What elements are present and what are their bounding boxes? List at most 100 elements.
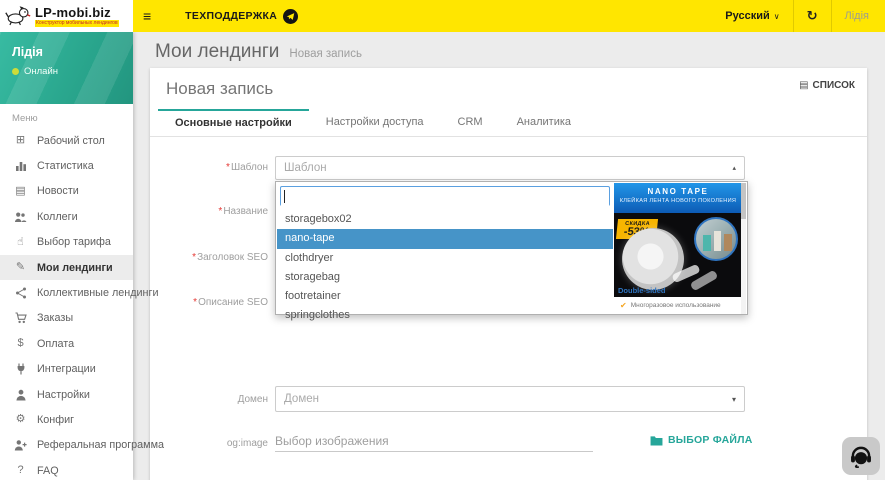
ogimage-field-wrap <box>275 430 593 452</box>
refresh-icon[interactable]: ↻ <box>807 8 818 24</box>
dropdown-option[interactable]: storagebox02 <box>277 210 613 229</box>
page-title: Мои лендинги <box>155 41 279 63</box>
sidebar-item-label: Рабочий стол <box>37 135 105 147</box>
header-bar: ≡ ТЕХПОДДЕРЖКА Русский ∨ ↻ Лідія <box>133 0 885 32</box>
template-preview-image[interactable]: NANO TAPE КЛЕЙКАЯ ЛЕНТА НОВОГО ПОКОЛЕНИЯ… <box>614 183 742 314</box>
required-mark: * <box>226 162 230 173</box>
field-label: *Заголовок SEO <box>150 252 268 263</box>
sidebar-item-tariff[interactable]: ☝ Выбор тарифа <box>0 230 133 255</box>
sidebar-user-panel: Лідія Онлайн <box>0 32 133 104</box>
chevron-down-icon: ▾ <box>732 395 736 404</box>
cart-icon <box>13 312 28 324</box>
sidebar-item-news[interactable]: ▤ Новости <box>0 179 133 204</box>
question-icon: ? <box>13 465 28 476</box>
sidebar-item-label: Настройки <box>37 389 90 401</box>
sidebar-item-landings[interactable]: ✎ Мои лендинги <box>0 255 133 280</box>
sidebar-item-label: Выбор тарифа <box>37 236 111 248</box>
choose-file-button[interactable]: ВЫБОР ФАЙЛА <box>650 434 752 446</box>
list-button[interactable]: ▤ СПИСОК <box>799 80 855 91</box>
person-plus-icon <box>13 439 28 451</box>
ogimage-input[interactable] <box>275 430 593 451</box>
preview-product-area: СКИДКА -53% Double-sided <box>614 213 742 297</box>
sidebar-item-person[interactable]: Настройки <box>0 382 133 407</box>
sidebar-item-dollar[interactable]: $Оплата <box>0 331 133 356</box>
sidebar-item-plug[interactable]: Интеграции <box>0 357 133 382</box>
support-button[interactable]: ТЕХПОДДЕРЖКА <box>185 9 298 24</box>
sidebar-item-label: Конфиг <box>37 414 74 426</box>
required-mark: * <box>193 297 197 308</box>
sidebar-item-gear[interactable]: ⚙ Конфиг <box>0 407 133 432</box>
template-select-placeholder: Шаблон <box>284 162 732 174</box>
dropdown-option[interactable]: storagebag <box>277 268 613 287</box>
sidebar-item-label: Оплата <box>37 338 74 350</box>
sidebar-item-label: Интеграции <box>37 363 96 375</box>
tabs-bar: Основные настройкиНастройки доступаCRMАн… <box>150 109 867 137</box>
folder-icon <box>650 435 663 446</box>
dropdown-scrollbar[interactable] <box>741 183 746 314</box>
field-label: *Шаблон <box>150 162 268 173</box>
hamburger-icon[interactable]: ≡ <box>143 8 151 24</box>
sidebar-item-person-plus[interactable]: Реферальная программа <box>0 433 133 458</box>
header-divider <box>793 0 794 32</box>
card-title: Новая запись <box>166 79 273 99</box>
breadcrumb-sub: Новая запись <box>289 48 362 60</box>
sidebar-item-label: Коллективные лендинги <box>37 287 158 299</box>
dropdown-option[interactable]: clothdryer <box>277 249 613 268</box>
sidebar-item-label: Мои лендинги <box>37 262 113 274</box>
landings-icon: ✎ <box>13 262 28 273</box>
menu-section-label: Меню <box>0 104 133 128</box>
dropdown-option[interactable]: nano-tape <box>277 229 613 248</box>
domain-select[interactable]: Домен ▾ <box>275 386 745 412</box>
breadcrumb: Мои лендинги Новая запись <box>133 32 885 63</box>
header-divider <box>831 0 832 32</box>
news-icon: ▤ <box>13 186 28 197</box>
share-icon <box>13 287 28 299</box>
sidebar-item-users[interactable]: Коллеги <box>0 204 133 229</box>
gear-icon: ⚙ <box>13 414 28 425</box>
tab[interactable]: Настройки доступа <box>309 109 441 136</box>
domain-select-placeholder: Домен <box>284 393 732 405</box>
preview-inset-photo <box>694 217 738 261</box>
preview-title: NANO TAPE <box>614 187 742 196</box>
sidebar-item-question[interactable]: ? FAQ <box>0 458 133 480</box>
field-label: Домен <box>150 394 268 405</box>
preview-subtitle: КЛЕЙКАЯ ЛЕНТА НОВОГО ПОКОЛЕНИЯ <box>614 198 742 204</box>
dropdown-option[interactable]: springclothes <box>277 306 613 325</box>
online-status-dot <box>12 68 19 75</box>
preview-feature-row: ✔ Многоразовое использование <box>614 297 742 314</box>
telegram-icon <box>283 9 298 24</box>
check-icon: ✔ <box>620 301 627 310</box>
sidebar-item-share[interactable]: Коллективные лендинги <box>0 280 133 305</box>
required-mark: * <box>192 252 196 263</box>
logo-subtitle: Конструктор мобильных лендингов <box>35 20 119 27</box>
logo[interactable]: LP-mobi.biz Конструктор мобильных лендин… <box>0 0 133 32</box>
support-chat-widget[interactable] <box>842 437 880 475</box>
tab[interactable]: CRM <box>441 109 500 136</box>
language-dropdown[interactable]: Русский ∨ <box>725 10 779 22</box>
tab[interactable]: Основные настройки <box>158 109 309 136</box>
dropdown-search-input[interactable] <box>281 188 609 206</box>
sidebar-item-label: FAQ <box>37 465 59 477</box>
preview-header: NANO TAPE КЛЕЙКАЯ ЛЕНТА НОВОГО ПОКОЛЕНИЯ <box>614 183 742 213</box>
tariff-icon: ☝ <box>13 237 28 248</box>
sidebar-menu: ⊞ Рабочий стол Статистика ▤ Новости Коллеги ☝ В… <box>0 128 133 480</box>
sidebar-item-label: Заказы <box>37 312 73 324</box>
preview-feature-label: Многоразовое использование <box>631 302 721 309</box>
sidebar-item-label: Новости <box>37 185 79 197</box>
tab[interactable]: Аналитика <box>500 109 588 136</box>
support-label: ТЕХПОДДЕРЖКА <box>185 10 277 22</box>
sidebar-item-cart[interactable]: Заказы <box>0 306 133 331</box>
dropdown-option[interactable]: footretainer <box>277 287 613 306</box>
dropdown-search-wrap <box>280 186 610 206</box>
sidebar: Лідія Онлайн Меню ⊞ Рабочий стол Статистик… <box>0 32 133 480</box>
header-username[interactable]: Лідія <box>845 10 869 22</box>
sidebar-user-name: Лідія <box>12 45 121 59</box>
template-dropdown-panel: storagebox02nano-tapeclothdryerstorageba… <box>275 181 748 315</box>
sidebar-item-stats[interactable]: Статистика <box>0 153 133 178</box>
desktop-icon: ⊞ <box>13 135 28 146</box>
online-status-label: Онлайн <box>24 66 58 77</box>
sidebar-item-desktop[interactable]: ⊞ Рабочий стол <box>0 128 133 153</box>
template-select[interactable]: Шаблон ▴ <box>275 156 745 180</box>
list-button-label: СПИСОК <box>813 80 855 91</box>
sidebar-item-label: Реферальная программа <box>37 439 164 451</box>
